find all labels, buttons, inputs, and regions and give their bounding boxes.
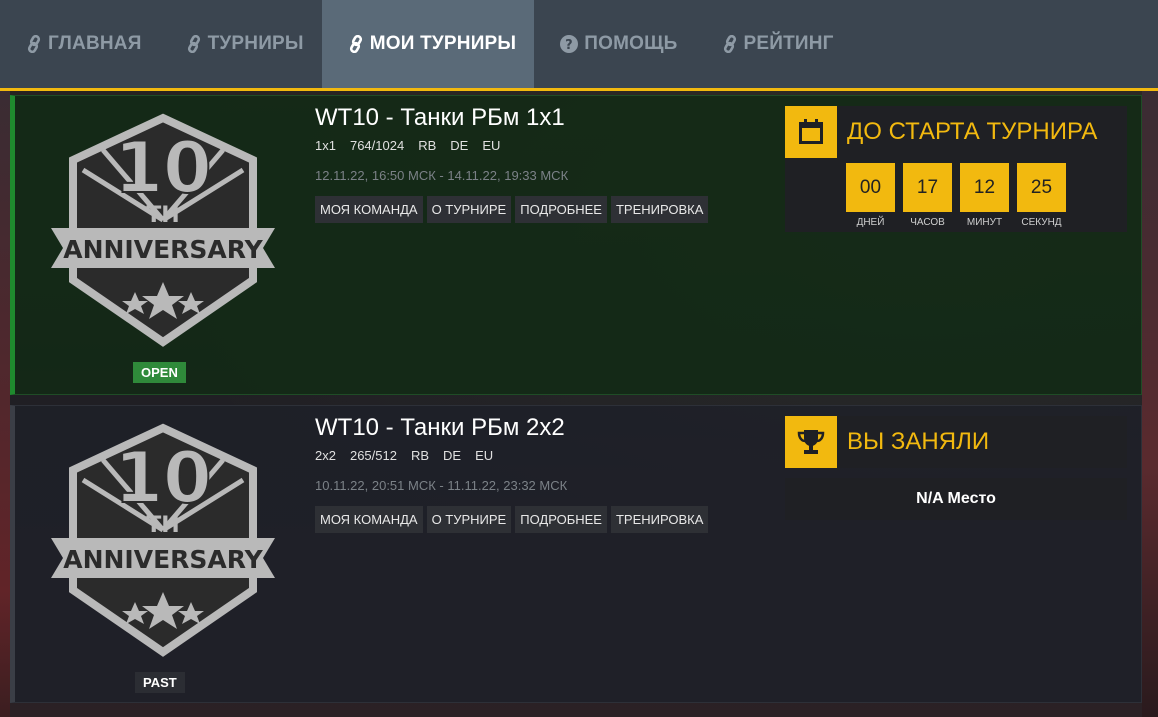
nav-item-home[interactable]: ГЛАВНАЯ bbox=[0, 0, 160, 88]
panel-title: ВЫ ЗАНЯЛИ bbox=[847, 428, 990, 455]
countdown-value: 00 bbox=[846, 163, 895, 212]
background-art-right bbox=[1142, 90, 1158, 717]
tournament-card: 10 TH ANNIVERSARY OPEN WT10 - Танки РБм … bbox=[10, 95, 1142, 395]
language-label: DE bbox=[443, 448, 462, 463]
nav-item-label: ГЛАВНАЯ bbox=[48, 33, 142, 54]
tournament-meta: 1х1 764/1024 RB DE EU bbox=[315, 138, 500, 153]
tournament-title[interactable]: WT10 - Танки РБм 2х2 bbox=[315, 414, 565, 442]
countdown-value: 12 bbox=[960, 163, 1009, 212]
language-label: DE bbox=[450, 138, 469, 153]
tournament-title[interactable]: WT10 - Танки РБм 1х1 bbox=[315, 104, 565, 132]
format-label: 1х1 bbox=[315, 138, 336, 153]
panel-title: ДО СТАРТА ТУРНИРА bbox=[847, 118, 1098, 145]
svg-text:ANNIVERSARY: ANNIVERSARY bbox=[63, 545, 263, 574]
tournament-dates: 10.11.22, 20:51 МСК - 11.11.22, 23:32 МС… bbox=[315, 478, 568, 493]
countdown-label: ДНЕЙ bbox=[856, 217, 885, 228]
svg-text:10: 10 bbox=[114, 127, 211, 209]
svg-text:10: 10 bbox=[114, 437, 211, 519]
slots-label: 764/1024 bbox=[349, 138, 405, 153]
mode-label: RB bbox=[418, 138, 437, 153]
nav-item-label: ТУРНИРЫ bbox=[207, 33, 304, 54]
format-label: 2х2 bbox=[315, 448, 336, 463]
link-icon bbox=[187, 35, 200, 53]
countdown-days: 00 ДНЕЙ bbox=[842, 163, 899, 232]
question-circle-icon: ? bbox=[560, 35, 579, 53]
result-panel: ВЫ ЗАНЯЛИ N/A Место bbox=[785, 416, 1127, 520]
svg-text:ANNIVERSARY: ANNIVERSARY bbox=[63, 235, 263, 264]
panel-header: ВЫ ЗАНЯЛИ bbox=[785, 416, 1127, 468]
trophy-icon bbox=[785, 416, 837, 468]
slots-label: 265/512 bbox=[349, 448, 397, 463]
about-tournament-button[interactable]: О ТУРНИРЕ bbox=[426, 506, 512, 533]
background-art-left bbox=[0, 90, 10, 717]
details-button[interactable]: ПОДРОБНЕЕ bbox=[515, 196, 607, 223]
nav-item-my-tournaments[interactable]: МОИ ТУРНИРЫ bbox=[321, 0, 535, 88]
link-icon bbox=[27, 35, 41, 53]
tournament-dates: 12.11.22, 16:50 МСК - 14.11.22, 19:33 МС… bbox=[315, 168, 569, 183]
tournament-card: 10 TH ANNIVERSARY PAST WT10 - Танки РБм … bbox=[10, 405, 1142, 703]
svg-text:TH: TH bbox=[146, 513, 179, 538]
mode-label: RB bbox=[410, 448, 430, 463]
my-team-button[interactable]: МОЯ КОМАНДА bbox=[315, 196, 423, 223]
nav-item-label: РЕЙТИНГ bbox=[743, 33, 834, 54]
countdown-label: ЧАСОВ bbox=[910, 217, 945, 228]
status-badge: OPEN bbox=[133, 362, 186, 383]
details-button[interactable]: ПОДРОБНЕЕ bbox=[515, 506, 607, 533]
countdown-panel: ДО СТАРТА ТУРНИРА 00 ДНЕЙ 17 ЧАСОВ 12 МИ… bbox=[785, 106, 1127, 232]
countdown: 00 ДНЕЙ 17 ЧАСОВ 12 МИНУТ 25 СЕКУНД bbox=[785, 158, 1127, 232]
training-button[interactable]: ТРЕНИРОВКА bbox=[610, 196, 709, 223]
link-icon bbox=[723, 35, 736, 53]
nav-item-tournaments[interactable]: ТУРНИРЫ bbox=[160, 0, 322, 88]
place-value: N/A Место bbox=[785, 478, 1127, 520]
anniversary-logo[interactable]: 10 TH ANNIVERSARY bbox=[43, 110, 283, 350]
nav-item-help[interactable]: ? ПОМОЩЬ bbox=[534, 0, 695, 88]
region-label: EU bbox=[482, 138, 501, 153]
countdown-value: 25 bbox=[1017, 163, 1066, 212]
nav-item-rating[interactable]: РЕЙТИНГ bbox=[696, 0, 852, 88]
countdown-seconds: 25 СЕКУНД bbox=[1013, 163, 1070, 232]
svg-text:TH: TH bbox=[146, 203, 179, 228]
status-badge: PAST bbox=[135, 672, 185, 693]
training-button[interactable]: ТРЕНИРОВКА bbox=[610, 506, 709, 533]
panel-header: ДО СТАРТА ТУРНИРА bbox=[785, 106, 1127, 158]
countdown-label: МИНУТ bbox=[966, 217, 1003, 228]
tournament-actions: МОЯ КОМАНДА О ТУРНИРЕ ПОДРОБНЕЕ ТРЕНИРОВ… bbox=[315, 196, 709, 223]
calendar-icon bbox=[785, 106, 837, 158]
nav-item-label: МОИ ТУРНИРЫ bbox=[369, 33, 517, 54]
tournament-actions: МОЯ КОМАНДА О ТУРНИРЕ ПОДРОБНЕЕ ТРЕНИРОВ… bbox=[315, 506, 709, 533]
my-team-button[interactable]: МОЯ КОМАНДА bbox=[315, 506, 423, 533]
countdown-label: СЕКУНД bbox=[1021, 217, 1062, 228]
svg-text:?: ? bbox=[565, 38, 573, 53]
nav-item-label: ПОМОЩЬ bbox=[584, 33, 678, 54]
anniversary-logo[interactable]: 10 TH ANNIVERSARY bbox=[43, 420, 283, 660]
tournament-meta: 2х2 265/512 RB DE EU bbox=[315, 448, 493, 463]
about-tournament-button[interactable]: О ТУРНИРЕ bbox=[426, 196, 512, 223]
countdown-value: 17 bbox=[903, 163, 952, 212]
countdown-hours: 17 ЧАСОВ bbox=[899, 163, 956, 232]
countdown-minutes: 12 МИНУТ bbox=[956, 163, 1013, 232]
main-nav: ГЛАВНАЯ ТУРНИРЫ МОИ ТУРНИРЫ ? ПОМОЩЬ РЕЙ… bbox=[0, 0, 1158, 91]
region-label: EU bbox=[475, 448, 494, 463]
link-icon bbox=[349, 35, 362, 53]
